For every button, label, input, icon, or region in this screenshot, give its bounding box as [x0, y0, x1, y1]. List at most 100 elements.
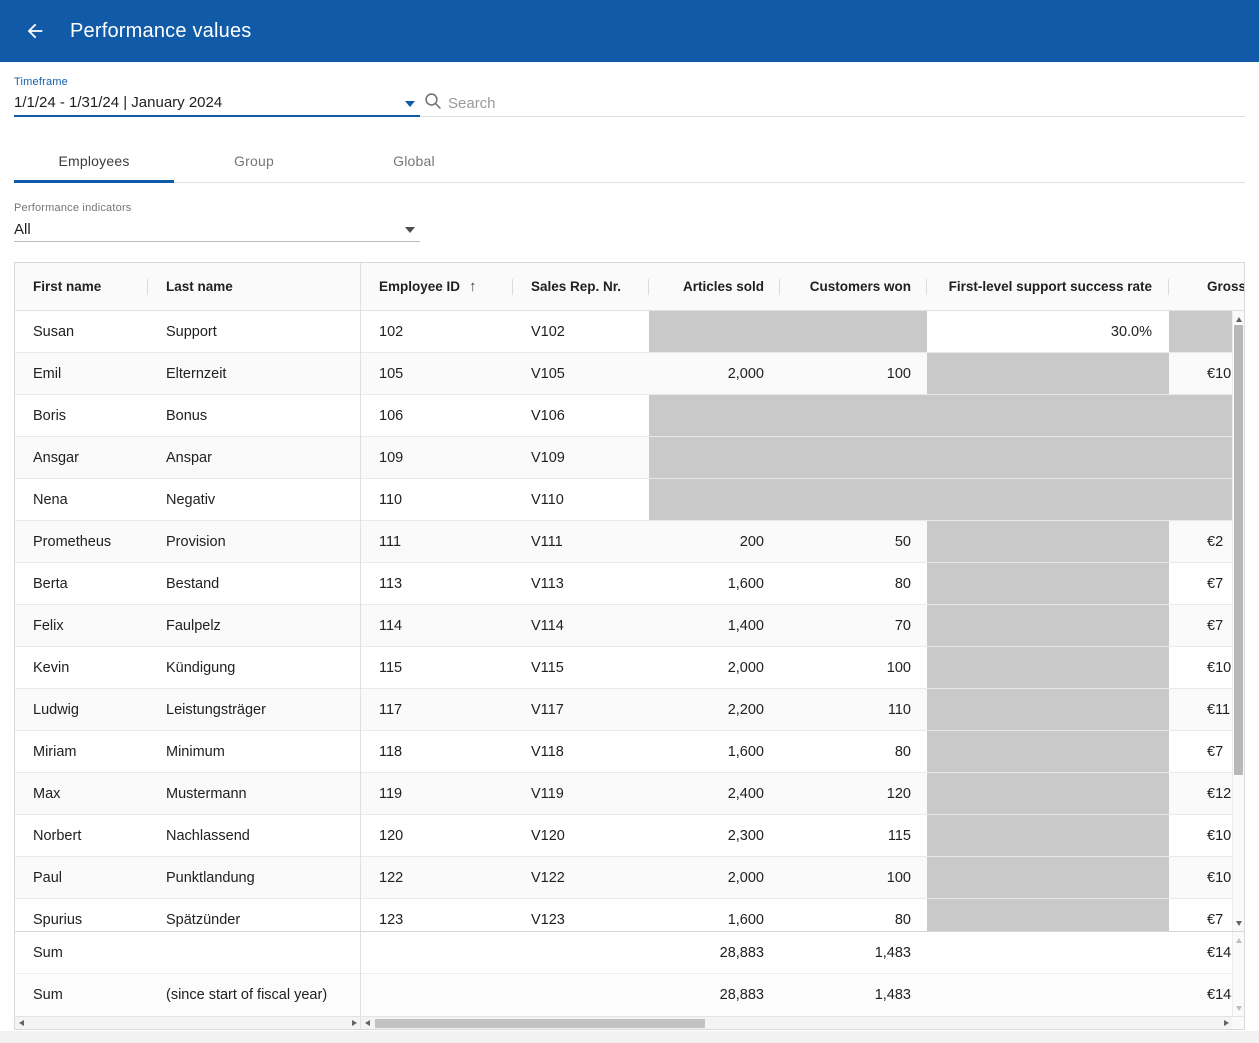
table-row: 110V110	[361, 479, 1232, 521]
scroll-down-arrow[interactable]	[1233, 1002, 1244, 1014]
tab-employees[interactable]: Employees	[14, 139, 174, 183]
chevron-down-icon[interactable]	[405, 101, 415, 107]
table-row: 115V1152,000100€10	[361, 647, 1232, 689]
scroll-right-arrow[interactable]	[1220, 1017, 1232, 1029]
first-name-cell: Ludwig	[15, 689, 148, 730]
gross-cell	[1169, 311, 1232, 352]
articles-sold-cell: 2,000	[649, 353, 780, 394]
gross-cell: €10	[1169, 647, 1232, 688]
column-header-customers-won[interactable]: Customers won	[780, 263, 927, 310]
employee-id-cell: 120	[361, 815, 513, 856]
frozen-columns-pane: SusanSupportEmilElternzeitBorisBonusAnsg…	[15, 311, 361, 931]
table-row: 114V1141,40070€7	[361, 605, 1232, 647]
sales-rep-nr-cell: V113	[513, 563, 649, 604]
scroll-right-arrow[interactable]	[348, 1017, 360, 1029]
customers-won-cell: 80	[780, 899, 927, 931]
sales-rep-nr-cell: V109	[513, 437, 649, 478]
last-name-cell: Support	[148, 311, 361, 352]
sales-rep-nr-cell: V115	[513, 647, 649, 688]
customers-won-cell: 115	[780, 815, 927, 856]
articles-sold-cell: 1,400	[649, 605, 780, 646]
last-name-cell: Bestand	[148, 563, 361, 604]
scrollable-columns-pane: 102V10230.0%105V1052,000100€10106V106109…	[361, 311, 1232, 931]
table-row: 119V1192,400120€12	[361, 773, 1232, 815]
articles-sold-cell: 2,400	[649, 773, 780, 814]
gross-cell	[1169, 479, 1232, 520]
tab-global[interactable]: Global	[334, 139, 494, 183]
employee-id-cell: 109	[361, 437, 513, 478]
first-name-cell: Prometheus	[15, 521, 148, 562]
column-header-employee-id[interactable]: Employee ID ↑	[361, 263, 513, 310]
gross-cell: €10	[1169, 857, 1232, 898]
frozen-horizontal-scrollbar[interactable]	[15, 1017, 361, 1029]
last-name-cell: Kündigung	[148, 647, 361, 688]
sum-vertical-scrollbar[interactable]	[1232, 932, 1244, 1016]
success-rate-cell	[927, 605, 1169, 646]
timeframe-select[interactable]: 1/1/24 - 1/31/24 | January 2024	[14, 94, 398, 111]
arrow-left-icon	[24, 20, 46, 42]
indicators-label: Performance indicators	[14, 202, 132, 214]
last-name-cell: Elternzeit	[148, 353, 361, 394]
scroll-left-arrow[interactable]	[15, 1017, 27, 1029]
gross-cell	[1169, 395, 1232, 436]
employee-id-cell: 118	[361, 731, 513, 772]
success-rate-cell	[927, 353, 1169, 394]
sum-customers-won: 1,483	[780, 974, 927, 1016]
success-rate-cell	[927, 479, 1169, 520]
customers-won-cell: 120	[780, 773, 927, 814]
customers-won-cell: 80	[780, 731, 927, 772]
scroll-left-arrow[interactable]	[361, 1017, 373, 1029]
sort-ascending-icon[interactable]: ↑	[469, 278, 477, 295]
table-body: SusanSupportEmilElternzeitBorisBonusAnsg…	[15, 311, 1244, 931]
sum-articles-sold: 28,883	[649, 974, 780, 1016]
table-row: KevinKündigung	[15, 647, 360, 689]
vertical-scrollbar-thumb[interactable]	[1234, 325, 1243, 775]
horizontal-scrollbar-thumb[interactable]	[375, 1019, 705, 1028]
customers-won-cell: 110	[780, 689, 927, 730]
first-name-cell: Paul	[15, 857, 148, 898]
scroll-up-arrow[interactable]	[1233, 934, 1244, 946]
articles-sold-cell: 200	[649, 521, 780, 562]
first-name-cell: Susan	[15, 311, 148, 352]
column-header-gross[interactable]: Gross	[1169, 263, 1244, 310]
scroll-down-arrow[interactable]	[1233, 917, 1244, 929]
search-input[interactable]	[446, 90, 830, 116]
success-rate-cell	[927, 773, 1169, 814]
employee-id-cell: 123	[361, 899, 513, 931]
customers-won-cell	[780, 437, 927, 478]
last-name-cell: Faulpelz	[148, 605, 361, 646]
table-row: FelixFaulpelz	[15, 605, 360, 647]
first-name-cell: Felix	[15, 605, 148, 646]
success-rate-cell	[927, 899, 1169, 931]
gross-cell	[1169, 437, 1232, 478]
sales-rep-nr-cell: V118	[513, 731, 649, 772]
first-name-cell: Nena	[15, 479, 148, 520]
scroll-up-arrow[interactable]	[1233, 313, 1244, 325]
timeframe-label: Timeframe	[14, 76, 68, 88]
column-header-first-level-support-success-rate[interactable]: First-level support success rate	[927, 263, 1169, 310]
vertical-scrollbar[interactable]	[1232, 311, 1244, 931]
gross-cell: €2	[1169, 521, 1232, 562]
column-header-last-name[interactable]: Last name	[148, 263, 361, 310]
tab-group[interactable]: Group	[174, 139, 334, 183]
chevron-down-icon[interactable]	[405, 227, 415, 233]
sum-gross: €143	[1169, 974, 1232, 1016]
indicators-select[interactable]: All	[14, 221, 31, 238]
horizontal-scrollbar[interactable]	[361, 1017, 1232, 1029]
column-header-first-name[interactable]: First name	[15, 263, 148, 310]
customers-won-cell: 100	[780, 353, 927, 394]
table-row: LudwigLeistungsträger	[15, 689, 360, 731]
sum-label: Sum	[15, 932, 148, 973]
search-underline	[420, 116, 1245, 117]
gross-cell: €11	[1169, 689, 1232, 730]
articles-sold-cell	[649, 395, 780, 436]
employee-id-cell: 114	[361, 605, 513, 646]
back-button[interactable]	[22, 18, 48, 44]
success-rate-cell	[927, 521, 1169, 562]
sum-articles-sold: 28,883	[649, 932, 780, 973]
articles-sold-cell: 1,600	[649, 563, 780, 604]
column-header-articles-sold[interactable]: Articles sold	[649, 263, 780, 310]
first-name-cell: Emil	[15, 353, 148, 394]
first-name-cell: Miriam	[15, 731, 148, 772]
column-header-sales-rep-nr[interactable]: Sales Rep. Nr.	[513, 263, 649, 310]
